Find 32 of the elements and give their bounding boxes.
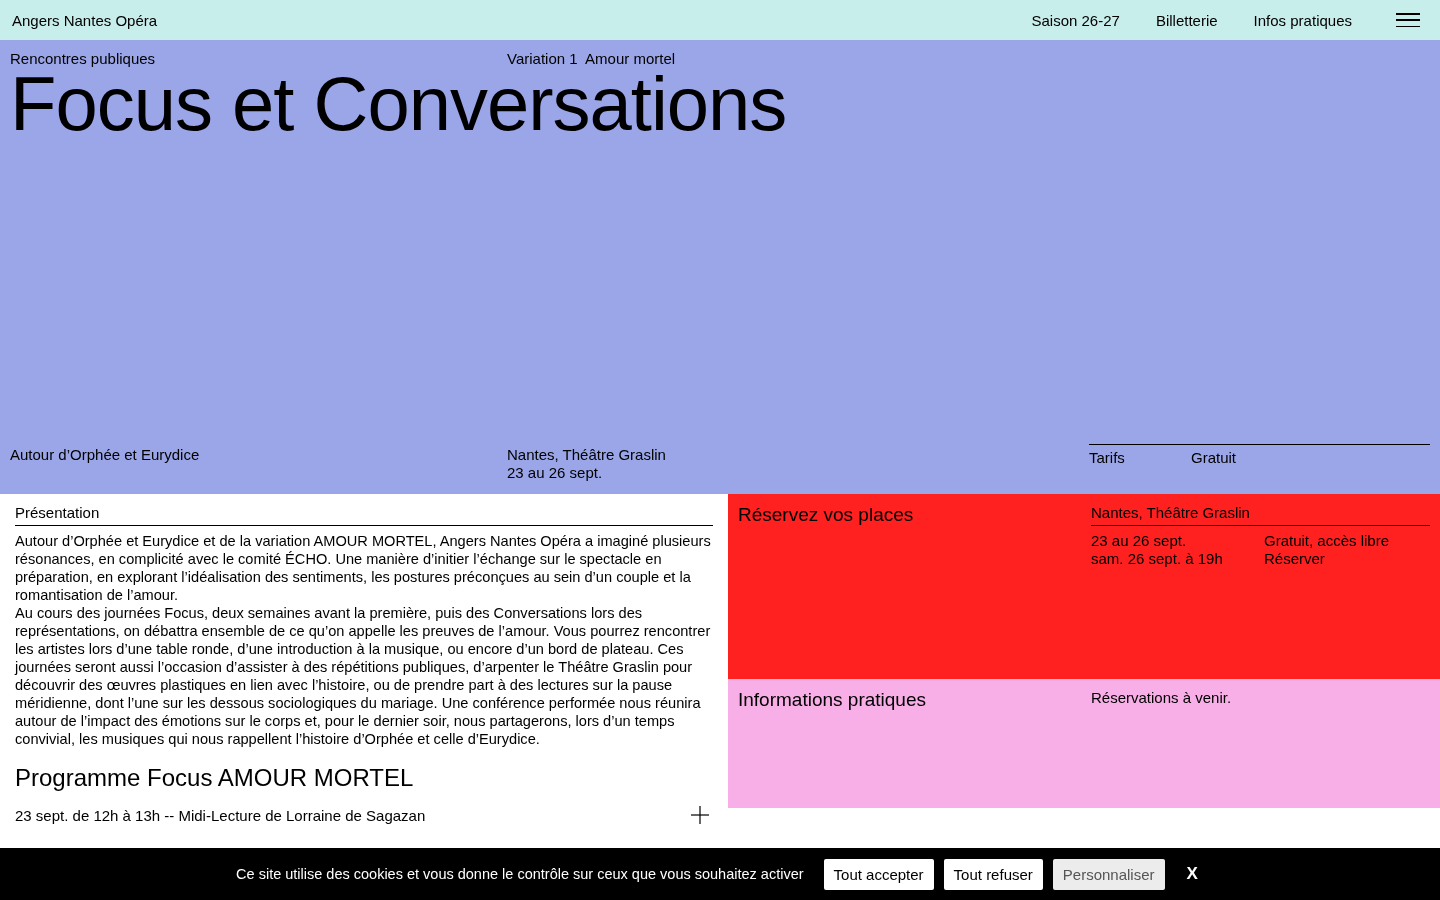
- tariff-value: Gratuit: [1191, 449, 1236, 467]
- info-note: Réservations à venir.: [1091, 689, 1233, 708]
- programme-item[interactable]: 23 sept. de 12h à 13h -- Midi-Lecture de Lorraine de Sagazan: [15, 806, 426, 824]
- programme-heading: Programme Focus AMOUR MORTEL: [15, 764, 415, 792]
- venue-label: Nantes, Théâtre Graslin: [507, 446, 667, 464]
- site-logo[interactable]: Angers Nantes Opéra: [12, 11, 1032, 29]
- booking-venue: Nantes, Théâtre Graslin: [1091, 504, 1430, 526]
- nav-link[interactable]: Saison 26-27: [1031, 11, 1120, 29]
- category-label: Rencontres publiques: [10, 50, 157, 68]
- cookie-button[interactable]: Tout accepter: [823, 858, 934, 890]
- cookie-message: Ce site utilise des cookies et vous donne le contrôle sur ceux que vous souhaitez activer: [236, 866, 804, 882]
- variation-label: Variation 1 Amour mortel: [507, 50, 677, 68]
- tariff-label: Tarifs: [1089, 449, 1126, 467]
- nav-link[interactable]: Billetterie: [1155, 11, 1218, 29]
- cookie-button[interactable]: Tout refuser: [943, 858, 1043, 890]
- booking-date: 23 au 26 sept.: [1091, 532, 1188, 550]
- booking-heading: Réservez vos places: [738, 504, 915, 527]
- subtitle: Autour d’Orphée et Eurydice: [10, 446, 201, 464]
- date-label: 23 au 26 sept.: [507, 464, 604, 482]
- menu-icon[interactable]: [1396, 13, 1420, 27]
- booking-price: Gratuit, accès libre: [1264, 532, 1391, 550]
- info-heading: Informations pratiques: [738, 689, 927, 712]
- nav-link[interactable]: Infos pratiques: [1253, 11, 1352, 29]
- section-heading: Présentation: [15, 504, 713, 526]
- reserve-link[interactable]: Réserver: [1264, 550, 1430, 568]
- booking-date: sam. 26 sept. à 19h: [1091, 550, 1224, 568]
- close-button[interactable]: X: [1180, 863, 1204, 885]
- presentation-paragraph: Au cours des journées Focus, deux semaines avant la première, puis des Conversations lors des représentations, on débattra ensemble de ce qu’on appelle les preuves de l’amour. Vous pourrez rencontrer les artistes lors d’une table ronde, d’une introduction à la musique, ou encore d’un bord de plateau. Ces journées seront aussi l’occasion d’assister à des répétitions publiques, d’arpenter le Théâtre Graslin pour découvrir des œuvres plastiques en lien avec l’histoire, ou de prendre part à des lectures sur la pause méridienne, dont l’une sur les dessous sociologiques du mariage. Une conférence performée nous réunira autour de l’impact des émotions sur le corps et, pour le dernier soir, nous partagerons, lors d’un temps convivial, les musiques qui nous rappellent l’histoire d’Orphée et celle d’Eurydice.: [15, 604, 712, 748]
- plus-icon[interactable]: [691, 806, 709, 824]
- presentation-paragraph: Autour d’Orphée et Eurydice et de la variation AMOUR MORTEL, Angers Nantes Opéra a imaginé plusieurs résonances, en complicité avec le comité ÉCHO. Une manière d’initier l’échange sur le spectacle en préparation, en explorant l’idéalisation des sentiments, les postures préconçues au sein d’un couple et la romantisation de l’amour.: [15, 532, 712, 604]
- page-title: Focus et Conversations: [10, 66, 788, 148]
- cookie-button[interactable]: Personnaliser: [1052, 858, 1165, 890]
